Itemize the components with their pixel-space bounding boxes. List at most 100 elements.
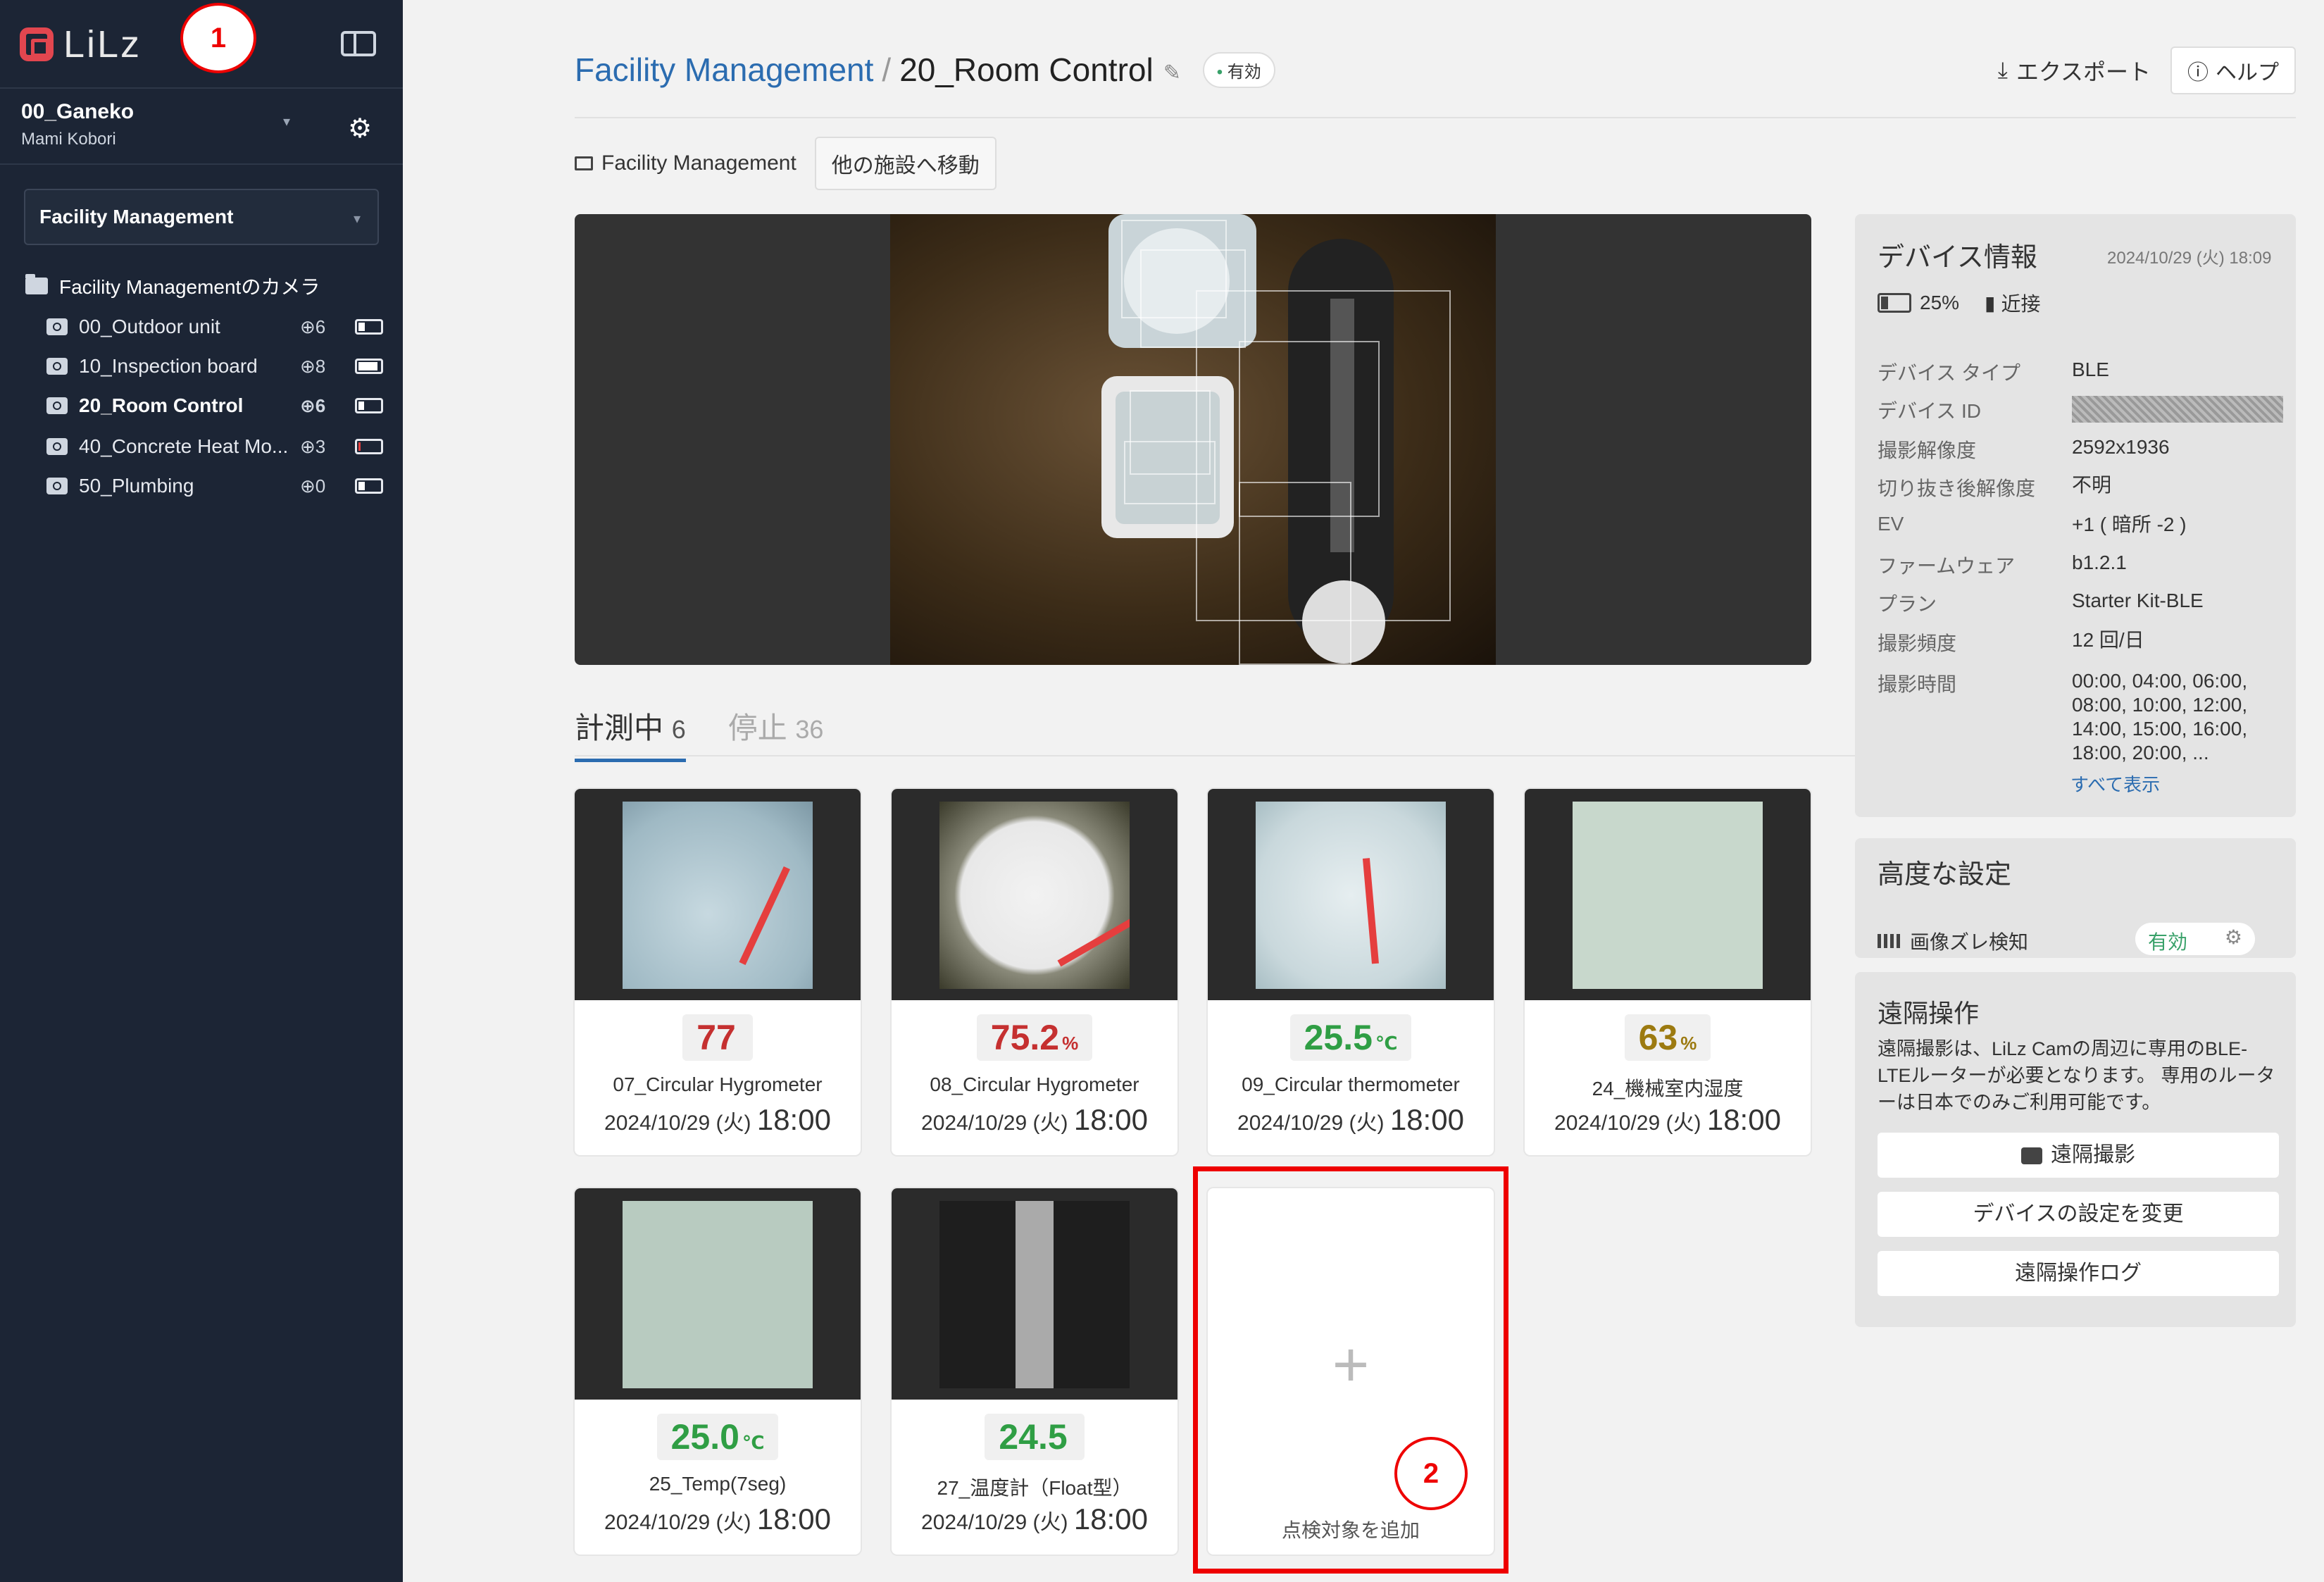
reading-value-box: 25.5 ℃ xyxy=(1289,1014,1412,1061)
chevron-down-icon: ▾ xyxy=(353,211,361,227)
monitor-icon xyxy=(575,156,593,170)
edit-pencil-icon[interactable]: ✎ xyxy=(1163,61,1182,85)
reading-date: 2024/10/29 (火) xyxy=(604,1111,751,1135)
battery-icon xyxy=(355,398,383,413)
tab-stopped-count: 36 xyxy=(795,715,824,744)
device-info-value: 2592x1936 xyxy=(2072,436,2170,458)
camera-icon xyxy=(46,397,68,414)
move-facility-button[interactable]: 他の施設へ移動 xyxy=(814,137,997,190)
battery-icon xyxy=(355,439,383,454)
battery-icon xyxy=(1878,293,1911,313)
main-content: Facility Management / 20_Room Control ✎ … xyxy=(403,0,2324,1582)
target-count-value: 0 xyxy=(315,475,326,497)
meter-card[interactable]: 77 07_Circular Hygrometer 2024/10/29 (火) 1… xyxy=(575,789,861,1155)
meter-thumbnail xyxy=(575,1188,861,1400)
remote-capture-button[interactable]: 遠隔撮影 xyxy=(1878,1133,2279,1178)
status-badge: • 有効 xyxy=(1202,51,1275,88)
target-count: ⊕6 xyxy=(300,316,326,337)
meter-card[interactable]: 25.0 ℃ 25_Temp(7seg) 2024/10/29 (火) 18:00 xyxy=(575,1188,861,1555)
sidebar-camera-item[interactable]: 40_Concrete Heat Mo... ⊕3 xyxy=(46,431,392,462)
workspace-name: 00_Ganeko xyxy=(21,100,135,123)
meter-card[interactable]: 63% 24_機械室内湿度 2024/10/29 (火) 18:00 xyxy=(1525,789,1811,1155)
sidebar-camera-item[interactable]: 20_Room Control ⊕6 xyxy=(46,390,392,421)
device-info-row: プラン Starter Kit-BLE xyxy=(1878,589,2283,617)
reading-time: 2024/10/29 (火) 18:00 xyxy=(1525,1103,1811,1137)
reading-unit: % xyxy=(1680,1033,1697,1054)
reading-clock: 18:00 xyxy=(1073,1502,1148,1536)
meter-card[interactable]: 75.2% 08_Circular Hygrometer 2024/10/29 (火… xyxy=(892,789,1177,1155)
logo[interactable]: LiLz xyxy=(20,20,142,69)
folder-icon xyxy=(25,274,48,294)
reading-value-box: 25.0 ℃ xyxy=(656,1414,779,1460)
meter-card[interactable]: 24.5 27_温度計（Float型） 2024/10/29 (火) 18:00 xyxy=(892,1188,1177,1555)
export-label: エクスポート xyxy=(2016,59,2151,85)
settings-gear-icon[interactable]: ⚙ xyxy=(348,113,372,144)
device-id-masked xyxy=(2072,396,2283,424)
facility-select-value: Facility Management xyxy=(39,206,234,228)
tree-root-folder[interactable]: Facility Managementのカメラ xyxy=(25,272,320,300)
image-shift-toggle[interactable]: 有効 ⚙ xyxy=(2135,923,2255,955)
roi-box[interactable] xyxy=(1124,441,1216,504)
battery-fill xyxy=(358,482,365,490)
reading-unit: ℃ xyxy=(742,1432,765,1453)
roi-box[interactable] xyxy=(1239,482,1351,665)
reading-clock: 18:00 xyxy=(1706,1103,1781,1136)
reading-clock: 18:00 xyxy=(1073,1103,1148,1136)
device-info-row: 撮影頻度 12 回/日 xyxy=(1878,628,2283,656)
signal-status: 近接 xyxy=(2001,293,2041,315)
annotation-badge-1: 1 xyxy=(180,3,256,73)
sidebar-camera-item[interactable]: 00_Outdoor unit ⊕6 xyxy=(46,311,392,342)
target-count: ⊕6 xyxy=(300,394,326,416)
reading-time: 2024/10/29 (火) 18:00 xyxy=(1208,1103,1494,1137)
device-info-title: デバイス情報 xyxy=(1878,243,2037,273)
meter-name: 07_Circular Hygrometer xyxy=(613,1073,823,1095)
gear-icon[interactable]: ⚙ xyxy=(2225,926,2242,949)
target-count-value: 3 xyxy=(315,435,326,457)
logo-text: LiLz xyxy=(63,23,142,66)
device-info-panel: デバイス情報 2024/10/29 (火) 18:09 25% ▮ 近接 デバイ… xyxy=(1855,214,2296,817)
device-info-key: 撮影頻度 xyxy=(1878,633,1957,654)
camera-icon xyxy=(2021,1147,2042,1165)
tab-measuring[interactable]: 計測中 6 xyxy=(575,704,686,762)
reading-date: 2024/10/29 (火) xyxy=(921,1511,1068,1534)
battery-level: 25% xyxy=(1920,292,1960,313)
meter-thumbnail xyxy=(892,789,1177,1000)
remote-log-button[interactable]: 遠隔操作ログ xyxy=(1878,1251,2279,1296)
change-device-settings-button[interactable]: デバイスの設定を変更 xyxy=(1878,1192,2279,1237)
collapse-sidebar-icon[interactable] xyxy=(341,31,376,56)
image-shift-icon xyxy=(1878,934,1900,948)
device-info-key: デバイス タイプ xyxy=(1878,362,2020,384)
divider xyxy=(0,87,403,89)
tab-stopped[interactable]: 停止 36 xyxy=(728,704,824,762)
reading-time: 2024/10/29 (火) 18:00 xyxy=(575,1502,861,1536)
reading-time: 2024/10/29 (火) 18:00 xyxy=(892,1502,1177,1536)
battery-icon xyxy=(355,319,383,335)
reading-value-box: 77 xyxy=(682,1014,753,1061)
tab-measuring-count: 6 xyxy=(671,715,686,744)
camera-name: 10_Inspection board xyxy=(79,355,258,377)
device-info-value: +1 ( 暗所 -2 ) xyxy=(2072,513,2187,535)
export-button[interactable]: ⤓ エクスポート xyxy=(1998,54,2151,87)
device-info-row: 撮影時間 00:00, 04:00, 06:00, 08:00, 10:00, 1… xyxy=(1878,669,2283,765)
advanced-title: 高度な設定 xyxy=(1878,860,2012,890)
meter-thumbnail xyxy=(1525,789,1811,1000)
reading-value: 24.5 xyxy=(999,1417,1068,1457)
device-info-key: 撮影時間 xyxy=(1878,673,1957,695)
camera-name: 20_Room Control xyxy=(79,394,244,416)
meter-card[interactable]: 25.5 ℃ 09_Circular thermometer 2024/10/29 (… xyxy=(1208,789,1494,1155)
status-text: 有効 xyxy=(1227,62,1261,82)
sidebar-camera-item[interactable]: 50_Plumbing ⊕0 xyxy=(46,471,392,502)
reading-date: 2024/10/29 (火) xyxy=(604,1511,751,1534)
sidebar-camera-item[interactable]: 10_Inspection board ⊕8 xyxy=(46,351,392,382)
device-info-value: Starter Kit-BLE xyxy=(2072,590,2204,611)
show-all-link[interactable]: すべて表示 xyxy=(2070,771,2160,797)
page-title: 20_Room Control xyxy=(899,51,1154,88)
reading-value: 75.2 xyxy=(990,1018,1060,1057)
device-info-value: 12 回/日 xyxy=(2072,629,2144,651)
facility-select[interactable]: Facility Management ▾ xyxy=(24,189,379,245)
breadcrumb-facility-link[interactable]: Facility Management xyxy=(575,51,873,89)
help-button[interactable]: ⓘ ヘルプ xyxy=(2170,46,2296,94)
device-info-row: デバイス タイプ BLE xyxy=(1878,358,2283,386)
camera-icon xyxy=(46,438,68,455)
reading: 63% xyxy=(1525,1014,1811,1061)
